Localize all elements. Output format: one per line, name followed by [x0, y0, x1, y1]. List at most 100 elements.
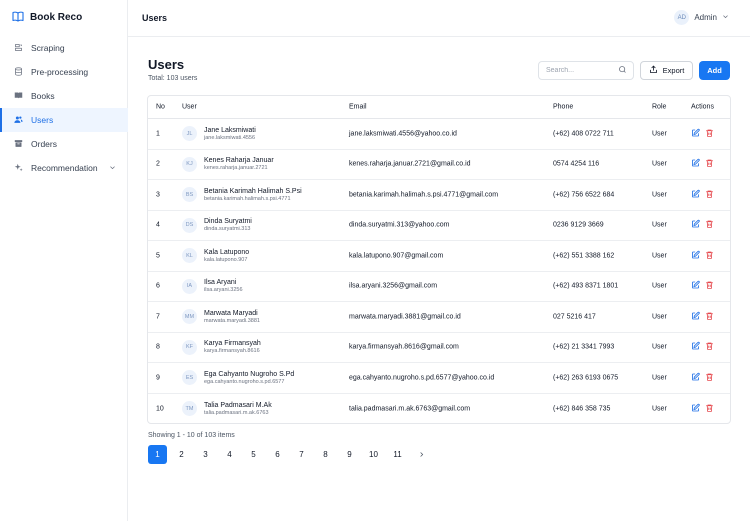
row-actions — [691, 128, 714, 139]
page-button[interactable]: 4 — [220, 445, 239, 464]
user-info: Karya Firmansyah karya.firmansyah.8616 — [204, 339, 261, 355]
page-button[interactable]: 6 — [268, 445, 287, 464]
row-number: 1 — [156, 130, 160, 138]
user-cell: KF Karya Firmansyah karya.firmansyah.8616 — [182, 339, 261, 355]
sidebar-item-books[interactable]: Books — [0, 84, 128, 108]
table-row[interactable]: 5 KL Kala Latupono kala.latupono.907 kala.la… — [148, 241, 730, 272]
pagination-summary: Showing 1 - 10 of 103 items — [148, 432, 235, 439]
page-button[interactable]: 5 — [244, 445, 263, 464]
edit-icon[interactable] — [691, 281, 700, 292]
chevron-down-icon[interactable] — [109, 163, 116, 173]
table-row[interactable]: 4 DS Dinda Suryatmi dinda.suryatmi.313 dinda… — [148, 211, 730, 241]
edit-icon[interactable] — [691, 159, 700, 170]
user-menu[interactable]: AD Admin — [674, 10, 729, 25]
edit-icon[interactable] — [691, 342, 700, 353]
search-icon — [618, 65, 627, 76]
avatar: JL — [182, 126, 197, 142]
page-title: Users — [148, 57, 185, 72]
user-phone: 0236 9129 3669 — [553, 221, 604, 229]
trash-icon[interactable] — [705, 128, 714, 139]
page-button[interactable]: 7 — [292, 445, 311, 464]
table-row[interactable]: 9 ES Ega Cahyanto Nugroho S.Pd ega.cahyanto… — [148, 363, 730, 394]
export-button[interactable]: Export — [640, 61, 693, 80]
table-header: No User Email Phone Role Actions — [148, 96, 730, 119]
avatar: KJ — [182, 156, 197, 172]
user-handle: ilsa.aryani.3256 — [204, 287, 243, 294]
page-button[interactable]: 9 — [340, 445, 359, 464]
trash-icon[interactable] — [705, 159, 714, 170]
user-phone: 0574 4254 116 — [553, 160, 600, 168]
page-button[interactable]: 1 — [148, 445, 167, 464]
table-row[interactable]: 1 JL Jane Laksmiwati jane.laksmiwati.4556 ja… — [148, 119, 730, 150]
pagination: 1 2 3 4 5 6 7 8 9 10 11 — [148, 445, 431, 464]
user-name: Ilsa Aryani — [204, 279, 237, 287]
row-number: 5 — [156, 252, 160, 260]
edit-icon[interactable] — [691, 189, 700, 200]
trash-icon[interactable] — [705, 220, 714, 231]
user-phone: (+62) 408 0722 711 — [553, 130, 614, 138]
sidebar-item-recommendation[interactable]: Recommendation — [0, 156, 128, 180]
user-cell: KJ Kenes Raharja Januar kenes.raharja.janu… — [182, 156, 274, 172]
brand[interactable]: Book Reco — [12, 11, 82, 24]
edit-icon[interactable] — [691, 128, 700, 139]
user-name: Kala Latupono — [204, 248, 250, 256]
edit-icon[interactable] — [691, 250, 700, 261]
trash-icon[interactable] — [705, 372, 714, 383]
page-button[interactable]: 2 — [172, 445, 191, 464]
chevron-right-icon[interactable] — [412, 445, 431, 464]
user-role: User — [652, 343, 667, 351]
page-button[interactable]: 3 — [196, 445, 215, 464]
avatar: IA — [182, 278, 197, 294]
search-box[interactable] — [538, 61, 634, 80]
user-info: Marwata Maryadi marwata.maryadi.3881 — [204, 309, 260, 325]
sidebar-item-pre-processing[interactable]: Pre-processing — [0, 60, 128, 84]
users-total: Total: 103 users — [148, 75, 198, 82]
edit-icon[interactable] — [691, 372, 700, 383]
user-email: kala.latupono.907@gmail.com — [349, 252, 444, 260]
user-email: marwata.maryadi.3881@gmail.co.id — [349, 313, 461, 321]
sidebar-item-orders[interactable]: Orders — [0, 132, 128, 156]
trash-icon[interactable] — [705, 342, 714, 353]
page-button[interactable]: 8 — [316, 445, 335, 464]
add-user-button[interactable]: Add — [699, 61, 730, 80]
user-handle: dinda.suryatmi.313 — [204, 226, 251, 233]
page-button[interactable]: 10 — [364, 445, 383, 464]
user-role: User — [652, 374, 667, 382]
book-icon — [14, 91, 23, 102]
table-row[interactable]: 7 MM Marwata Maryadi marwata.maryadi.3881 ma… — [148, 302, 730, 333]
trash-icon[interactable] — [705, 189, 714, 200]
users-icon — [14, 115, 23, 126]
table-row[interactable]: 2 KJ Kenes Raharja Januar kenes.raharja.jan… — [148, 150, 730, 180]
avatar: AD — [674, 10, 690, 25]
sidebar-nav: Scraping Pre-processing Books Users Orde… — [0, 36, 128, 180]
table-row[interactable]: 10 TM Talia Padmasari M.Ak talia.padmasari.… — [148, 394, 730, 424]
user-info: Dinda Suryatmi dinda.suryatmi.313 — [204, 217, 252, 233]
user-info: Ilsa Aryani ilsa.aryani.3256 — [204, 278, 243, 294]
trash-icon[interactable] — [705, 281, 714, 292]
trash-icon[interactable] — [705, 403, 714, 414]
user-name: Marwata Maryadi — [204, 309, 258, 317]
brand-name: Book Reco — [30, 12, 83, 23]
user-email: jane.laksmiwati.4556@yahoo.co.id — [349, 130, 457, 138]
edit-icon[interactable] — [691, 311, 700, 322]
user-name: Admin — [694, 13, 717, 22]
sidebar-item-scraping[interactable]: Scraping — [0, 36, 128, 60]
edit-icon[interactable] — [691, 220, 700, 231]
sidebar-item-users[interactable]: Users — [0, 108, 128, 132]
user-handle: betania.karimah.halimah.s.psi.4771 — [204, 195, 291, 202]
table-row[interactable]: 8 KF Karya Firmansyah karya.firmansyah.8616… — [148, 333, 730, 363]
trash-icon[interactable] — [705, 250, 714, 261]
row-number: 3 — [156, 191, 160, 199]
edit-icon[interactable] — [691, 403, 700, 414]
table-row[interactable]: 3 BS Betania Karimah Halimah S.Psi betania.… — [148, 180, 730, 211]
user-cell: ES Ega Cahyanto Nugroho S.Pd ega.cahyanto.… — [182, 370, 294, 386]
trash-icon[interactable] — [705, 311, 714, 322]
user-phone: (+62) 21 3341 7993 — [553, 343, 615, 351]
header-actions: Actions — [691, 103, 714, 111]
user-handle: marwata.maryadi.3881 — [204, 317, 260, 324]
user-cell: TM Talia Padmasari M.Ak talia.padmasari.m.… — [182, 401, 272, 417]
user-phone: (+62) 263 6193 0675 — [553, 374, 619, 382]
page-button[interactable]: 11 — [388, 445, 407, 464]
search-input[interactable] — [546, 67, 618, 74]
table-row[interactable]: 6 IA Ilsa Aryani ilsa.aryani.3256 ilsa.aryan… — [148, 272, 730, 302]
